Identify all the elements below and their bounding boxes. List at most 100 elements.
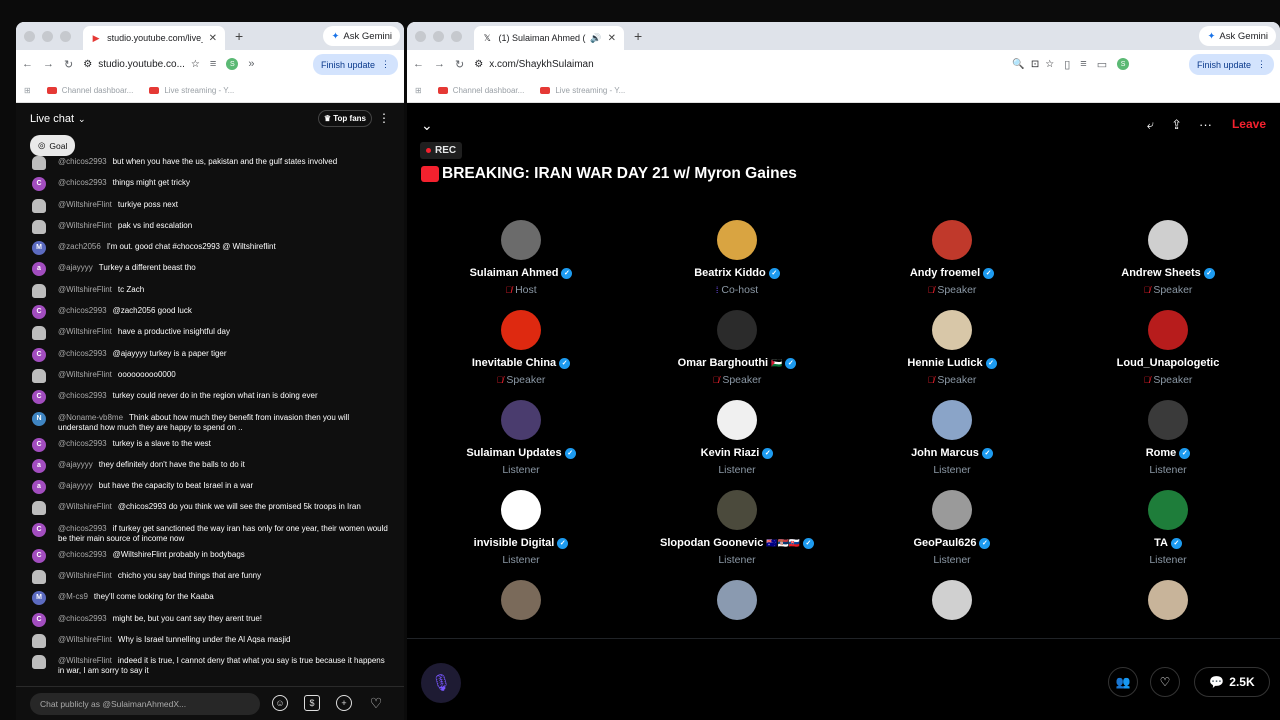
message-author[interactable]: @WiltshireFlint bbox=[58, 656, 112, 665]
participant-avatar[interactable] bbox=[501, 310, 541, 350]
user-avatar[interactable]: C bbox=[32, 347, 46, 362]
top-fans-button[interactable]: ♛ Top fans bbox=[317, 110, 372, 127]
participant-avatar[interactable] bbox=[717, 400, 757, 440]
user-avatar[interactable] bbox=[32, 156, 46, 170]
user-avatar[interactable]: C bbox=[32, 390, 46, 405]
message-author[interactable]: @ajayyyy bbox=[58, 481, 93, 490]
participant[interactable]: Kevin Riazi ✓ Listener bbox=[647, 400, 827, 476]
ask-gemini-button[interactable]: ✦ Ask Gemini bbox=[323, 26, 400, 46]
participant-avatar[interactable] bbox=[501, 220, 541, 260]
chat-message[interactable]: @WiltshireFlint chicho you say bad things… bbox=[16, 567, 404, 588]
reload-icon[interactable]: ↻ bbox=[455, 58, 464, 71]
overflow-chevron-icon[interactable]: » bbox=[248, 58, 254, 70]
chat-message[interactable]: @WiltshireFlint Why is Israel tunnelling … bbox=[16, 631, 404, 652]
message-author[interactable]: @WiltshireFlint bbox=[58, 327, 112, 336]
user-avatar[interactable]: M bbox=[32, 241, 46, 256]
people-icon[interactable]: 👥 bbox=[1108, 667, 1138, 697]
message-author[interactable]: @Noname-vb8me bbox=[58, 413, 123, 422]
chat-message[interactable]: C @chicos2993 if turkey get sanctioned the… bbox=[16, 520, 404, 546]
participant[interactable] bbox=[647, 580, 827, 620]
chat-message[interactable]: N @Noname-vb8me Think about how much they … bbox=[16, 409, 404, 435]
participant[interactable]: GeoPaul626 ✓ Listener bbox=[862, 490, 1042, 566]
participant-avatar[interactable] bbox=[717, 220, 757, 260]
chat-message[interactable]: @chicos2993 but when you have the us, pak… bbox=[16, 153, 404, 174]
participant-avatar[interactable] bbox=[717, 490, 757, 530]
chat-message[interactable]: C @chicos2993 turkey could never do in the… bbox=[16, 387, 404, 408]
window-controls[interactable] bbox=[24, 30, 71, 42]
microphone-icon[interactable]: 🎙 bbox=[421, 663, 461, 703]
message-author[interactable]: @WiltshireFlint bbox=[58, 370, 112, 379]
chat-message[interactable]: C @chicos2993 @ajayyyy turkey is a paper t… bbox=[16, 345, 404, 366]
address-bar[interactable]: ⚙ x.com/ShaykhSulaiman 🔍 ⊡ ☆ bbox=[474, 59, 1054, 70]
split-icon[interactable]: ▭ bbox=[1097, 58, 1107, 71]
chat-message[interactable]: C @chicos2993 things might get tricky bbox=[16, 174, 404, 195]
window-controls[interactable] bbox=[415, 30, 462, 42]
bookmark-live-streaming[interactable]: Live streaming - Y... bbox=[540, 86, 625, 95]
react-heart-icon[interactable]: ♡ bbox=[1150, 667, 1180, 697]
message-author[interactable]: @WiltshireFlint bbox=[58, 635, 112, 644]
apps-grid-icon[interactable]: ⊞ bbox=[415, 86, 422, 95]
participant-avatar[interactable] bbox=[717, 580, 757, 620]
chat-message[interactable]: @WiltshireFlint have a productive insight… bbox=[16, 323, 404, 344]
bookmark-channel-dashboard[interactable]: Channel dashboar... bbox=[46, 86, 133, 95]
extensions-icon[interactable]: ≡ bbox=[210, 58, 216, 70]
message-author[interactable]: @WiltshireFlint bbox=[58, 571, 112, 580]
participant[interactable]: Slopodan Goonevic 🇦🇺🇷🇸🇸🇰 ✓ Listener bbox=[647, 490, 827, 566]
install-icon[interactable]: ⊡ bbox=[1031, 59, 1039, 70]
user-avatar[interactable]: a bbox=[32, 262, 46, 277]
participant-avatar[interactable] bbox=[932, 490, 972, 530]
user-avatar[interactable]: a bbox=[32, 458, 46, 473]
message-author[interactable]: @WiltshireFlint bbox=[58, 200, 112, 209]
leave-button[interactable]: Leave bbox=[1232, 117, 1266, 131]
user-avatar[interactable] bbox=[32, 655, 46, 670]
profile-icon[interactable]: S bbox=[1117, 58, 1130, 70]
participant-avatar[interactable] bbox=[1148, 310, 1188, 350]
user-avatar[interactable] bbox=[32, 501, 46, 516]
user-avatar[interactable]: C bbox=[32, 522, 46, 537]
chat-menu-icon[interactable]: ⋮ bbox=[378, 111, 390, 125]
participant[interactable]: invisible Digital ✓ Listener bbox=[431, 490, 611, 566]
user-avatar[interactable]: M bbox=[32, 591, 46, 606]
message-author[interactable]: @WiltshireFlint bbox=[58, 502, 112, 511]
chat-message[interactable]: a @ajayyyy they definitely don't have the … bbox=[16, 456, 404, 477]
message-author[interactable]: @chicos2993 bbox=[58, 349, 107, 358]
chat-message[interactable]: @WiltshireFlint ooooooooo0000 bbox=[16, 366, 404, 387]
live-chat-dropdown[interactable]: Live chat bbox=[30, 113, 74, 125]
user-avatar[interactable]: N bbox=[32, 411, 46, 426]
chat-message[interactable]: @WiltshireFlint tc Zach bbox=[16, 281, 404, 302]
add-icon[interactable]: + bbox=[336, 695, 352, 711]
user-avatar[interactable] bbox=[32, 198, 46, 213]
chat-message[interactable]: C @chicos2993 @zach2056 good luck bbox=[16, 302, 404, 323]
site-settings-icon[interactable]: ⚙ bbox=[83, 59, 92, 70]
replies-button[interactable]: 💬 2.5K bbox=[1194, 667, 1270, 697]
bookmark-channel-dashboard[interactable]: Channel dashboar... bbox=[437, 86, 524, 95]
participant[interactable]: Andrew Sheets ✓ 🎙̸ Speaker bbox=[1078, 220, 1258, 296]
back-icon[interactable]: ← bbox=[413, 58, 424, 70]
participant[interactable] bbox=[431, 580, 611, 620]
finish-update-button[interactable]: Finish update ⋮ bbox=[1188, 54, 1274, 75]
profile-icon[interactable]: S bbox=[226, 58, 239, 70]
participant[interactable]: Omar Barghouthi 🇵🇸 ✓ 🎙̸ Speaker bbox=[647, 310, 827, 386]
participant[interactable]: Rome ✓ Listener bbox=[1078, 400, 1258, 476]
super-chat-icon[interactable]: $ bbox=[304, 695, 320, 711]
user-avatar[interactable] bbox=[32, 283, 46, 298]
message-author[interactable]: @WiltshireFlint bbox=[58, 285, 112, 294]
participant-avatar[interactable] bbox=[1148, 580, 1188, 620]
share-icon[interactable]: ⇪ bbox=[1171, 117, 1182, 133]
chat-message[interactable]: @WiltshireFlint pak vs ind escalation bbox=[16, 217, 404, 238]
extensions-icon[interactable]: ≡ bbox=[1080, 58, 1086, 70]
chat-message[interactable]: M @zach2056 I'm out. good chat #chocos2993… bbox=[16, 238, 404, 259]
chat-input[interactable]: Chat publicly as @SulaimanAhmedX... bbox=[30, 692, 260, 715]
chat-message[interactable]: @WiltshireFlint @chicos2993 do you think … bbox=[16, 498, 404, 519]
tab-live-chat[interactable]: ▶ studio.youtube.com/live_chat ✕ bbox=[83, 26, 225, 50]
participant[interactable] bbox=[862, 580, 1042, 620]
participant[interactable]: Sulaiman Ahmed ✓ 🎙̸ Host bbox=[431, 220, 611, 296]
participant-avatar[interactable] bbox=[932, 400, 972, 440]
chat-message[interactable]: @WiltshireFlint indeed it is true, I cann… bbox=[16, 652, 404, 675]
participant-avatar[interactable] bbox=[501, 490, 541, 530]
collapse-chevron-icon[interactable]: ⌄ bbox=[421, 117, 433, 134]
site-settings-icon[interactable]: ⚙ bbox=[474, 59, 483, 70]
emoji-icon[interactable]: ☺ bbox=[272, 695, 288, 711]
sidebar-icon[interactable]: ▯ bbox=[1064, 58, 1070, 71]
bookmark-star-icon[interactable]: ☆ bbox=[1045, 59, 1054, 70]
